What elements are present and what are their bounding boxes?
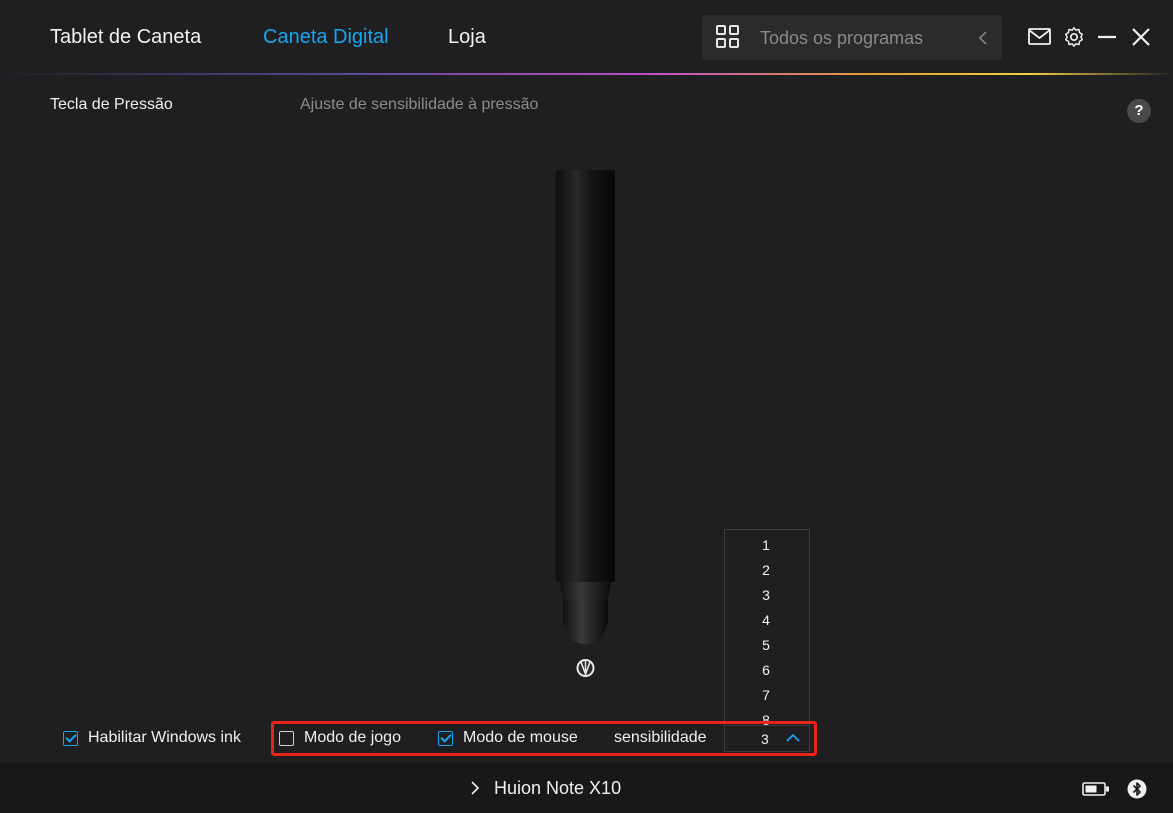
chevron-left-icon[interactable] bbox=[978, 30, 988, 46]
section-title: Tecla de Pressão bbox=[50, 96, 173, 113]
programs-selector[interactable]: Todos os programas bbox=[702, 15, 1002, 60]
status-bar: Huion Note X10 bbox=[0, 763, 1173, 813]
app-window: Tablet de Caneta Caneta Digital Loja Tod… bbox=[0, 0, 1173, 813]
tab-tablet-de-caneta[interactable]: Tablet de Caneta bbox=[50, 26, 201, 49]
sensitivity-option-3[interactable]: 3 bbox=[725, 583, 809, 608]
gear-icon[interactable] bbox=[1063, 26, 1085, 48]
sensitivity-option-6[interactable]: 6 bbox=[725, 658, 809, 683]
mouse-mode-checkbox[interactable] bbox=[438, 730, 453, 746]
mail-icon[interactable] bbox=[1027, 25, 1053, 47]
sensitivity-option-4[interactable]: 4 bbox=[725, 608, 809, 633]
battery-icon bbox=[1082, 782, 1109, 796]
close-icon[interactable] bbox=[1130, 26, 1152, 48]
header-accent-line bbox=[0, 73, 1173, 75]
sensitivity-option-2[interactable]: 2 bbox=[725, 558, 809, 583]
windows-ink-label: Habilitar Windows ink bbox=[88, 729, 241, 746]
grid-icon bbox=[716, 25, 740, 49]
chevron-right-icon[interactable] bbox=[470, 780, 480, 796]
mouse-mode-label: Modo de mouse bbox=[463, 729, 578, 746]
top-bar: Tablet de Caneta Caneta Digital Loja Tod… bbox=[0, 0, 1173, 74]
sensitivity-option-1[interactable]: 1 bbox=[725, 533, 809, 558]
sensitivity-option-5[interactable]: 5 bbox=[725, 633, 809, 658]
mouse-mode-toggle[interactable]: Modo de mouse bbox=[438, 727, 578, 749]
windows-ink-checkbox[interactable] bbox=[63, 730, 78, 746]
game-mode-checkbox[interactable] bbox=[279, 730, 294, 746]
pen-illustration bbox=[556, 170, 615, 677]
game-mode-toggle[interactable]: Modo de jogo bbox=[279, 727, 401, 749]
help-icon[interactable]: ? bbox=[1127, 99, 1151, 123]
minimize-icon[interactable] bbox=[1096, 26, 1118, 48]
bluetooth-icon bbox=[1127, 779, 1147, 799]
programs-label: Todos os programas bbox=[760, 28, 924, 48]
sensitivity-select[interactable]: 3 bbox=[724, 725, 810, 752]
tab-caneta-digital[interactable]: Caneta Digital bbox=[263, 26, 389, 49]
chevron-up-icon bbox=[786, 733, 800, 742]
game-mode-label: Modo de jogo bbox=[304, 729, 401, 746]
windows-ink-toggle[interactable]: Habilitar Windows ink bbox=[63, 727, 241, 749]
sensitivity-option-8[interactable]: 8 bbox=[725, 708, 809, 725]
section-description: Ajuste de sensibilidade à pressão bbox=[300, 96, 539, 113]
sensitivity-dropdown-list: 1 2 3 4 5 6 7 8 bbox=[724, 529, 810, 725]
sensitivity-value: 3 bbox=[761, 731, 769, 747]
sensitivity-label: sensibilidade bbox=[614, 729, 707, 746]
tab-loja[interactable]: Loja bbox=[448, 26, 486, 49]
sensitivity-option-7[interactable]: 7 bbox=[725, 683, 809, 708]
device-name[interactable]: Huion Note X10 bbox=[494, 778, 621, 799]
